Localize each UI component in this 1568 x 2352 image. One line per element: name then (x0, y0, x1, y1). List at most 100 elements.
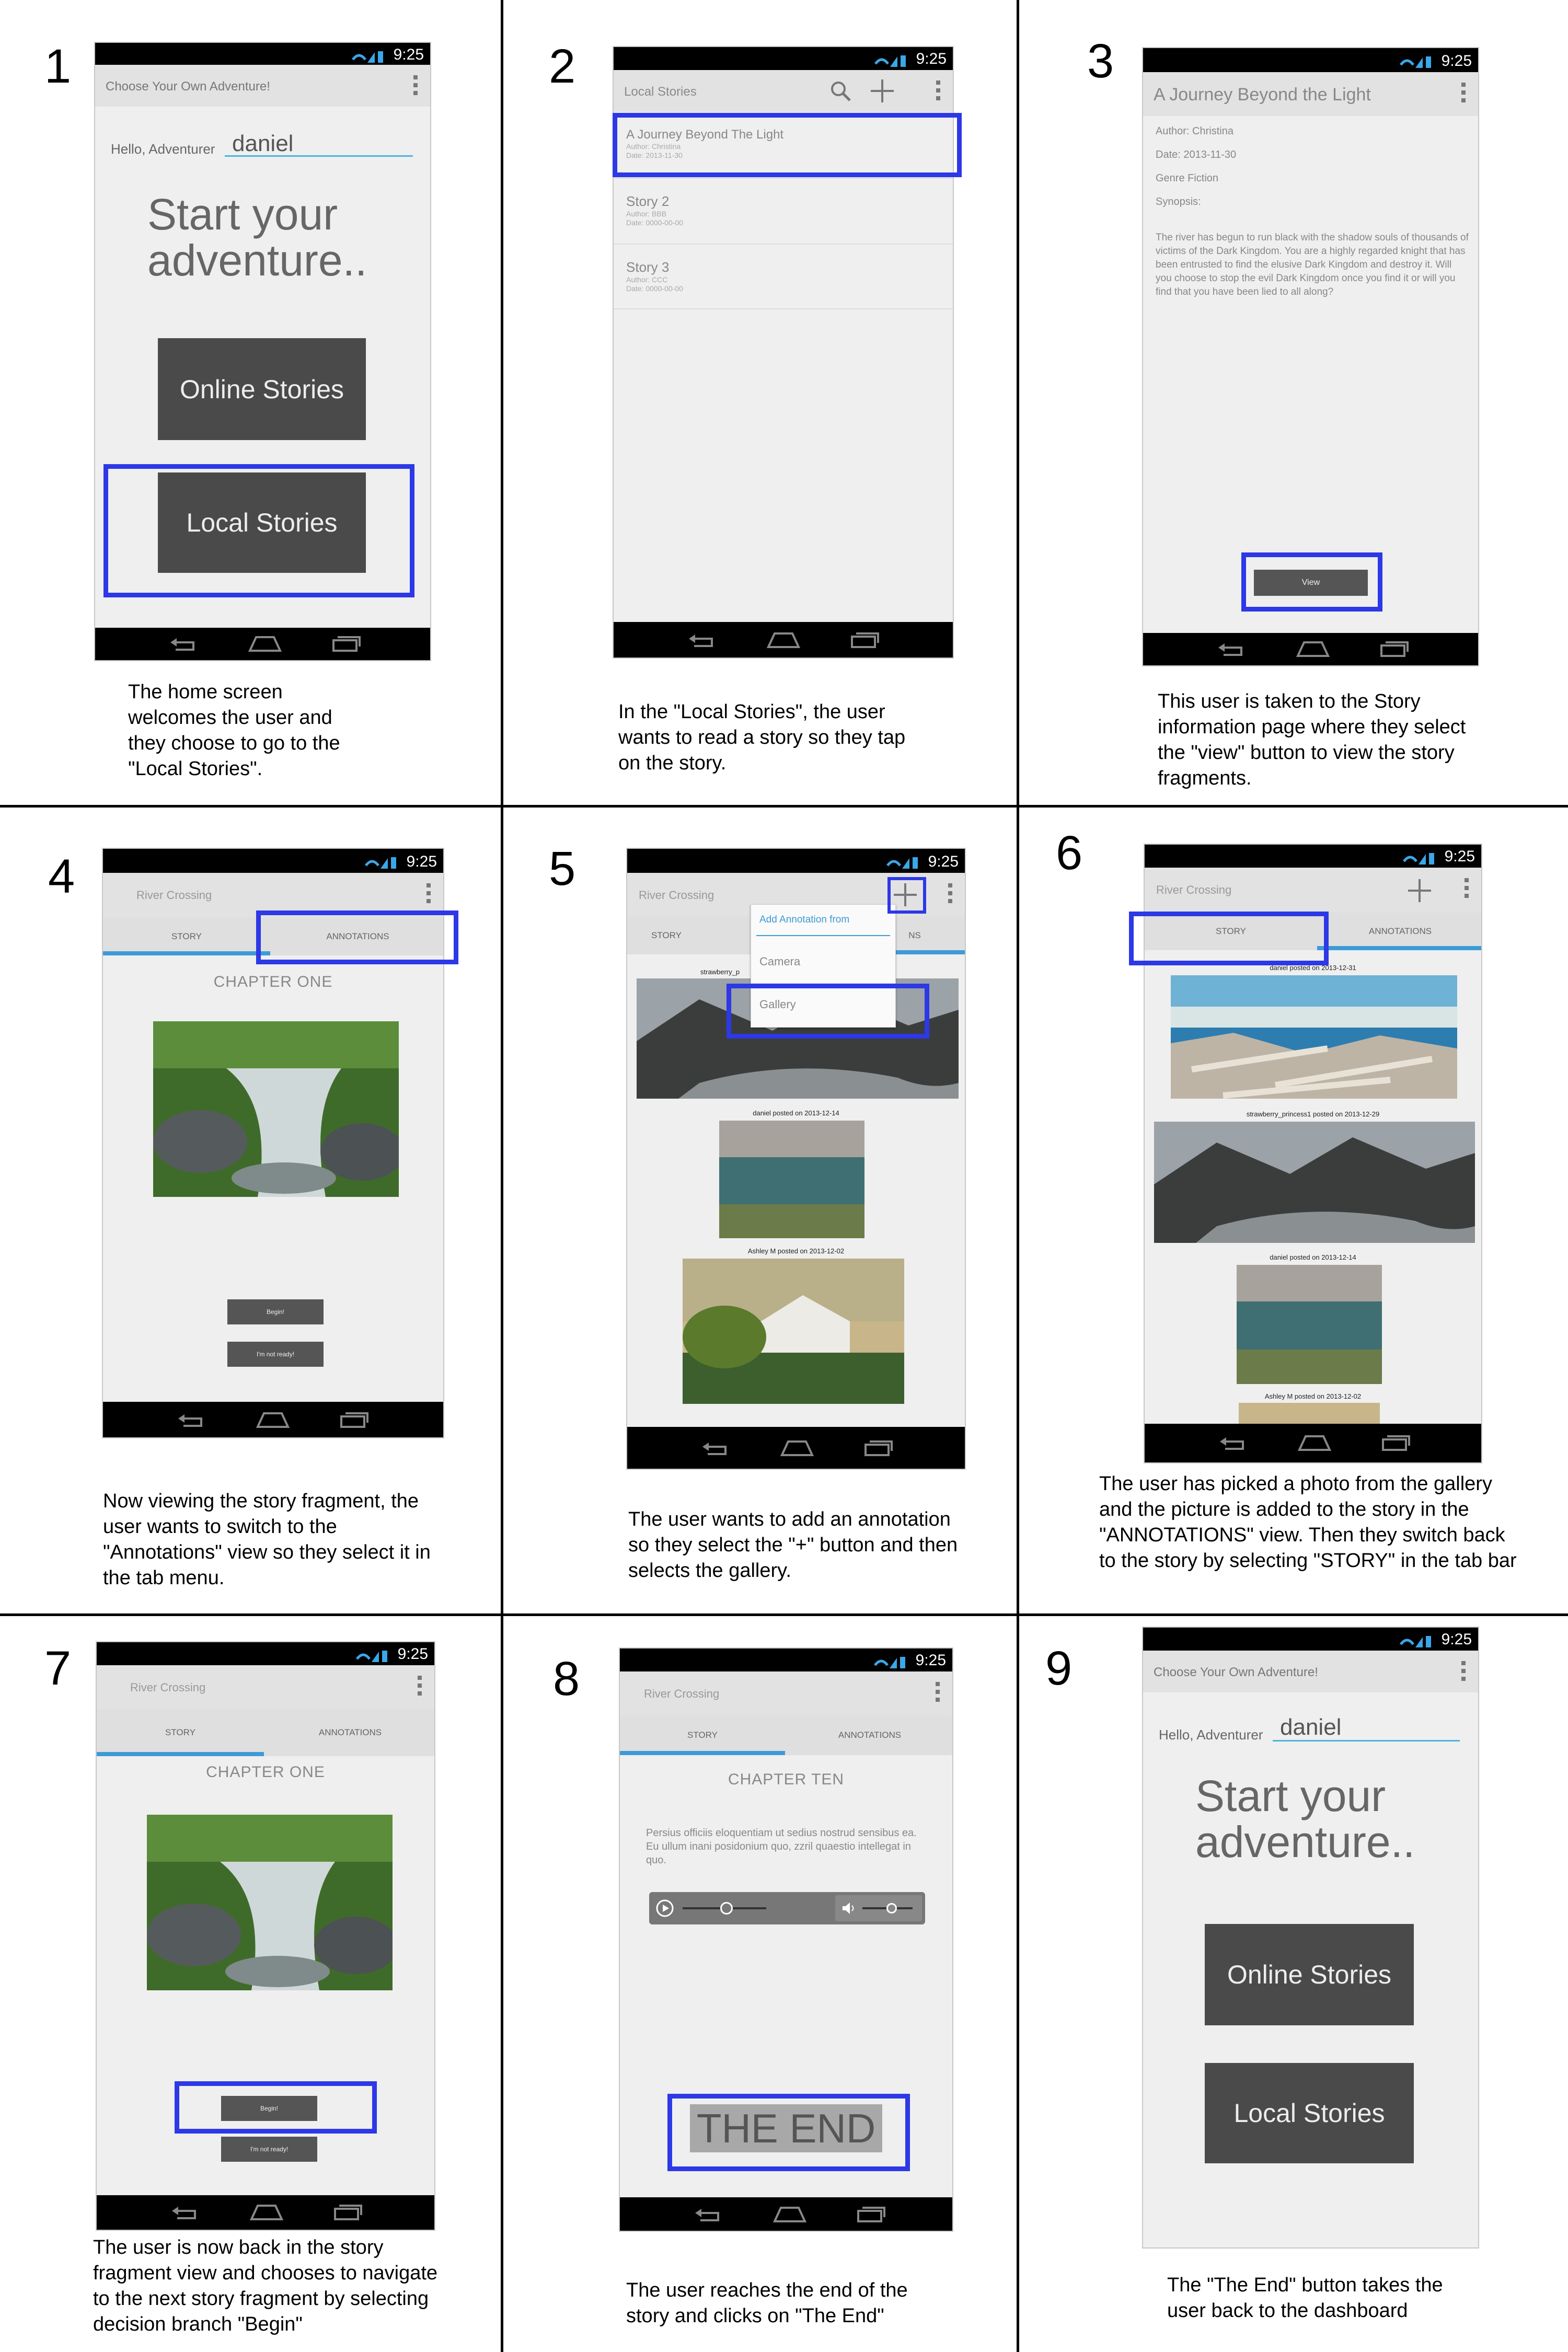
nav-bar (103, 1402, 443, 1437)
lake-valley-photo (1154, 1122, 1475, 1243)
online-stories-button[interactable]: Online Stories (158, 338, 366, 440)
search-icon[interactable] (829, 79, 852, 102)
step-number: 9 (1045, 1642, 1073, 1695)
home-icon[interactable] (248, 2204, 285, 2221)
overflow-menu-icon[interactable] (426, 883, 432, 906)
not-ready-button[interactable]: I'm not ready! (221, 2137, 317, 2162)
home-icon[interactable] (771, 2206, 808, 2223)
back-icon[interactable] (168, 635, 200, 653)
online-stories-button[interactable]: Online Stories (1205, 1924, 1414, 2025)
add-icon[interactable] (1406, 877, 1433, 904)
back-icon[interactable] (1216, 640, 1248, 658)
overflow-menu-icon[interactable] (418, 1676, 423, 1699)
overflow-menu-icon[interactable] (1461, 1661, 1467, 1684)
status-bar: 9:25 (97, 1642, 434, 1665)
list-item[interactable]: Story 2 Author: BBB Date: 0000-00-00 (614, 179, 953, 245)
story-title: A Journey Beyond The Light (626, 128, 784, 142)
back-icon[interactable] (1218, 1434, 1249, 1452)
playback-thumb[interactable] (720, 1902, 733, 1915)
recents-icon[interactable] (1378, 640, 1410, 658)
status-time: 9:25 (393, 46, 424, 63)
local-stories-button[interactable]: Local Stories (1205, 2063, 1414, 2163)
overflow-menu-icon[interactable] (1465, 878, 1470, 901)
step-number: 7 (44, 1642, 72, 1695)
username-field[interactable]: daniel (1273, 1714, 1460, 1742)
overflow-menu-icon[interactable] (413, 75, 419, 98)
not-ready-button[interactable]: I'm not ready! (227, 1342, 324, 1367)
fragment-title: River Crossing (136, 889, 212, 902)
step-caption: The user reaches the end of the story an… (626, 2279, 908, 2327)
action-bar: Choose Your Own Adventure! (1143, 1651, 1478, 1692)
home-icon[interactable] (255, 1411, 291, 1429)
overflow-menu-icon[interactable] (1461, 83, 1467, 106)
phone-ending: 9:25 River Crossing STORY ANNOTATIONS CH… (619, 1647, 953, 2232)
tab-story[interactable]: STORY (1145, 913, 1317, 950)
home-icon[interactable] (1295, 640, 1331, 658)
volume-thumb[interactable] (886, 1903, 897, 1913)
tab-annotations[interactable]: ANNOTATIONS (264, 1709, 434, 1756)
username-field[interactable]: daniel (225, 131, 413, 157)
tab-story[interactable]: STORY (627, 917, 706, 954)
action-bar: Choose Your Own Adventure! (95, 65, 430, 107)
step-caption: The user is now back in the story fragme… (93, 2236, 438, 2335)
home-icon[interactable] (779, 1439, 815, 1457)
post-label: strawberry_princess1 posted on 2013-12-2… (1246, 1110, 1380, 1118)
overflow-menu-icon[interactable] (936, 1682, 941, 1705)
tab-indicator (894, 950, 965, 954)
recents-icon[interactable] (855, 2206, 886, 2223)
status-bar: 9:25 (620, 1648, 952, 1671)
action-bar: River Crossing (103, 873, 443, 918)
begin-button[interactable]: Begin! (221, 2096, 317, 2121)
play-icon[interactable] (655, 1899, 674, 1918)
view-button[interactable]: View (1254, 570, 1368, 596)
tab-annotations-partial[interactable]: NS (894, 917, 936, 954)
begin-button[interactable]: Begin! (227, 1299, 324, 1324)
tab-story[interactable]: STORY (620, 1715, 785, 1755)
recents-icon[interactable] (862, 1439, 894, 1457)
river-photo (147, 1815, 393, 1990)
status-time: 9:25 (397, 1645, 428, 1663)
tab-annotations[interactable]: ANNOTATIONS (1317, 913, 1481, 950)
menu-header: Add Annotation from (759, 914, 850, 925)
back-icon[interactable] (170, 2204, 201, 2221)
chapter-text: Persius officiis eloquentiam ut sedius n… (646, 1827, 917, 1866)
local-stories-button[interactable]: Local Stories (158, 472, 366, 573)
the-end-button[interactable]: THE END (690, 2104, 882, 2152)
home-icon[interactable] (1296, 1434, 1333, 1452)
tab-bar: STORY ANNOTATIONS (1145, 913, 1481, 950)
back-icon[interactable] (700, 1439, 732, 1457)
back-icon[interactable] (687, 631, 718, 649)
tab-story[interactable]: STORY (97, 1709, 264, 1756)
wifi-signal-battery-icon (874, 55, 906, 67)
overflow-menu-icon[interactable] (936, 80, 941, 103)
story-date: Date: 2013-11-30 (626, 151, 683, 159)
add-icon[interactable] (869, 77, 896, 105)
phone-add-annotation: 9:25 River Crossing STORY NS strawberry_… (626, 848, 966, 1470)
action-bar: River Crossing (97, 1665, 434, 1709)
story-date: Date: 2013-11-30 (1156, 149, 1237, 160)
menu-item-camera[interactable]: Camera (759, 955, 800, 969)
tab-indicator (97, 1752, 264, 1756)
recents-icon[interactable] (1380, 1434, 1411, 1452)
action-bar: Local Stories (614, 70, 953, 112)
recents-icon[interactable] (849, 631, 880, 649)
recents-icon[interactable] (330, 635, 362, 653)
tab-annotations[interactable]: ANNOTATIONS (270, 918, 443, 955)
step-caption: In the "Local Stories", the user wants t… (618, 701, 906, 774)
home-icon[interactable] (247, 635, 283, 653)
back-icon[interactable] (693, 2206, 724, 2223)
list-item[interactable]: Story 3 Author: CCC Date: 0000-00-00 (614, 245, 953, 309)
back-icon[interactable] (176, 1411, 207, 1429)
recents-icon[interactable] (338, 1411, 370, 1429)
menu-item-gallery[interactable]: Gallery (759, 998, 796, 1011)
step-number: 1 (44, 40, 72, 93)
home-icon[interactable] (765, 631, 802, 649)
status-time: 9:25 (1441, 52, 1472, 70)
recents-icon[interactable] (332, 2204, 363, 2221)
list-item[interactable]: A Journey Beyond The Light Author: Chris… (614, 112, 953, 179)
volume-icon[interactable] (841, 1901, 857, 1915)
audio-player (649, 1892, 925, 1924)
tab-annotations[interactable]: ANNOTATIONS (785, 1715, 952, 1755)
tab-story[interactable]: STORY (103, 918, 270, 955)
overflow-menu-icon[interactable] (948, 883, 953, 906)
